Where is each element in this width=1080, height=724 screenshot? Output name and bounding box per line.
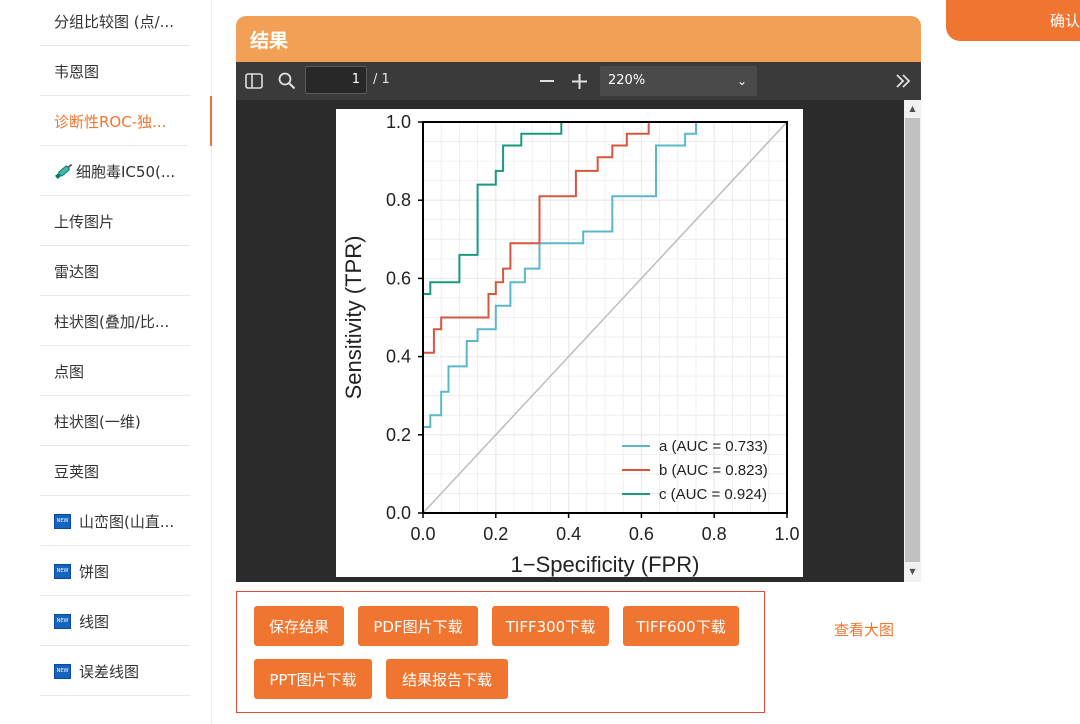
zoom-select[interactable]: 220% ⌄ xyxy=(600,66,757,96)
legend-label: a (AUC = 0.733) xyxy=(659,438,768,455)
roc-chart: 0.0 0.2 0.4 0.6 0.8 1.0 0.0 0.2 0.4 0.6 0.8 1.0 1−Sp… xyxy=(341,112,800,577)
search-icon[interactable] xyxy=(278,72,296,90)
scroll-up-arrow-icon[interactable]: ▲ xyxy=(904,101,921,117)
sidebar-item-label: 豆荚图 xyxy=(54,462,100,481)
double-chevron-right-icon[interactable] xyxy=(895,74,911,88)
legend-label: c (AUC = 0.924) xyxy=(659,486,767,503)
x-tick-label: 0.0 xyxy=(410,524,435,544)
x-tick-label: 0.4 xyxy=(556,524,581,544)
sidebar-item-label: 线图 xyxy=(79,612,110,631)
y-tick-label: 0.2 xyxy=(386,425,411,445)
sidebar-item-label: 柱状图(一维) xyxy=(54,412,141,431)
y-tick-label: 0.6 xyxy=(386,268,411,288)
chevron-down-icon: ⌄ xyxy=(736,74,747,88)
new-badge-icon: NEW xyxy=(54,513,71,529)
sidebar-item-label: 分组比较图 (点/... xyxy=(54,12,174,31)
syringe-icon xyxy=(53,161,75,182)
sidebar-item[interactable]: NEW 误差线图 xyxy=(0,646,212,696)
sidebar-item[interactable]: 上传图片 xyxy=(0,196,212,246)
sidebar-toggle-icon[interactable] xyxy=(245,73,263,89)
legend-label: b (AUC = 0.823) xyxy=(659,462,768,479)
new-badge-icon: NEW xyxy=(54,613,71,629)
sidebar-item-label: 柱状图(叠加/比... xyxy=(54,312,170,331)
result-header: 结果 xyxy=(236,16,921,62)
sidebar-item-label: 雷达图 xyxy=(54,262,100,281)
sidebar-item[interactable]: 点图 xyxy=(0,346,212,396)
sidebar-item[interactable]: 豆荚图 xyxy=(0,446,212,496)
new-badge-icon: NEW xyxy=(54,663,71,679)
zoom-in-icon[interactable] xyxy=(572,74,587,89)
sidebar-item[interactable]: 雷达图 xyxy=(0,246,212,296)
x-axis-label: 1−Specificity (FPR) xyxy=(511,552,700,577)
sidebar-item[interactable]: NEW 山峦图(山直... xyxy=(0,496,212,546)
sidebar-item-label: 诊断性ROC-独... xyxy=(54,112,167,131)
ppt-download-button[interactable]: PPT图片下载 xyxy=(254,659,372,699)
new-badge-icon: NEW xyxy=(54,563,71,579)
sidebar-item-label: 山峦图(山直... xyxy=(79,512,175,531)
pdf-download-button[interactable]: PDF图片下载 xyxy=(358,606,478,646)
x-tick-label: 1.0 xyxy=(774,524,799,544)
view-large-link[interactable]: 查看大图 xyxy=(834,619,894,640)
result-title: 结果 xyxy=(250,29,289,52)
y-axis-label: Sensitivity (TPR) xyxy=(341,236,366,400)
tiff300-download-button[interactable]: TIFF300下载 xyxy=(492,606,609,646)
sidebar-item[interactable]: 细胞毒IC50(... xyxy=(0,146,212,196)
zoom-value: 220% xyxy=(608,73,646,88)
sidebar: 分组比较图 (点/... 韦恩图诊断性ROC-独... 细胞毒IC50(... 上传图… xyxy=(0,0,212,724)
app-root: 分组比较图 (点/... 韦恩图诊断性ROC-独... 细胞毒IC50(... 上传图… xyxy=(0,0,1080,724)
tiff600-download-button[interactable]: TIFF600下载 xyxy=(623,606,739,646)
sidebar-item[interactable]: NEW 饼图 xyxy=(0,546,212,596)
page-number-input[interactable]: 1 xyxy=(305,66,367,94)
scrollbar-thumb[interactable] xyxy=(905,118,920,562)
report-download-button[interactable]: 结果报告下载 xyxy=(386,659,508,699)
y-tick-label: 0.8 xyxy=(386,190,411,210)
sidebar-item-label: 上传图片 xyxy=(54,212,115,231)
sidebar-item-label: 误差线图 xyxy=(79,662,140,681)
sidebar-item-label: 点图 xyxy=(54,362,85,381)
sidebar-item[interactable]: 分组比较图 (点/... xyxy=(0,0,212,46)
page-total: / 1 xyxy=(373,72,390,87)
confirm-label: 确认 xyxy=(1049,12,1080,30)
save-result-button[interactable]: 保存结果 xyxy=(254,606,344,646)
sidebar-item-label: 韦恩图 xyxy=(54,62,100,81)
sidebar-item[interactable]: 韦恩图 xyxy=(0,46,212,96)
sidebar-item[interactable]: 诊断性ROC-独... xyxy=(0,96,212,146)
y-tick-label: 0.4 xyxy=(386,347,411,367)
sidebar-item[interactable]: NEW 线图 xyxy=(0,596,212,646)
scroll-down-arrow-icon[interactable]: ▼ xyxy=(904,564,921,580)
zoom-out-icon[interactable] xyxy=(540,80,554,82)
sidebar-item[interactable]: 柱状图(一维) xyxy=(0,396,212,446)
x-tick-label: 0.2 xyxy=(483,524,508,544)
sidebar-item[interactable]: 柱状图(叠加/比... xyxy=(0,296,212,346)
sidebar-item-label: 细胞毒IC50(... xyxy=(76,162,176,181)
x-tick-label: 0.6 xyxy=(629,524,654,544)
y-tick-label: 0.0 xyxy=(386,503,411,523)
x-tick-label: 0.8 xyxy=(702,524,727,544)
confirm-button[interactable]: 确认 xyxy=(946,0,1080,41)
pdf-page: 0.0 0.2 0.4 0.6 0.8 1.0 0.0 0.2 0.4 0.6 0.8 1.0 1−Sp… xyxy=(336,109,803,577)
y-tick-label: 1.0 xyxy=(386,112,411,132)
sidebar-item-label: 饼图 xyxy=(79,562,110,581)
